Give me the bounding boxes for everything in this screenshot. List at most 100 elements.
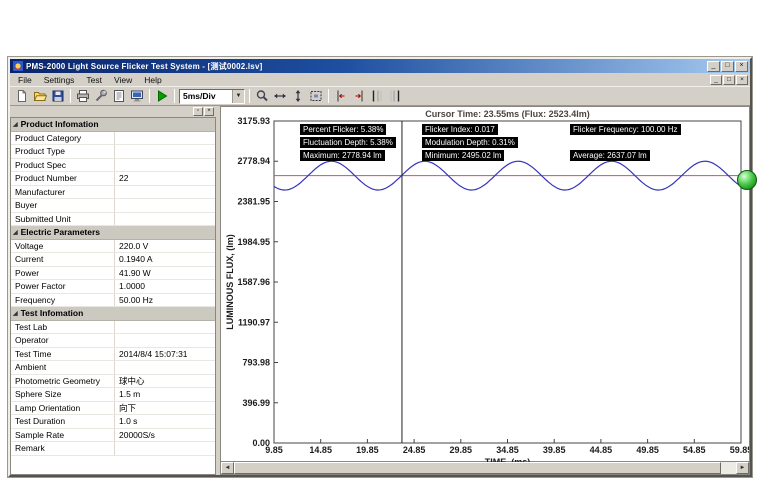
svg-text:1587.96: 1587.96 bbox=[237, 277, 270, 287]
section-header[interactable]: ◢Product Infomation bbox=[11, 118, 215, 132]
svg-text:3175.93: 3175.93 bbox=[237, 116, 270, 126]
close-button[interactable]: × bbox=[735, 61, 748, 72]
property-value[interactable]: 向下 bbox=[115, 402, 215, 415]
table-row: Test Time2014/8/4 15:07:31 bbox=[11, 348, 215, 362]
cursor-right-button[interactable] bbox=[350, 88, 368, 105]
section-marker-icon: ◢ bbox=[13, 229, 18, 236]
property-value[interactable] bbox=[115, 145, 215, 158]
app-icon bbox=[13, 61, 23, 71]
scroll-track[interactable] bbox=[234, 462, 736, 474]
property-label: Power bbox=[11, 267, 115, 280]
menu-items: FileSettingsTestViewHelp bbox=[12, 74, 710, 86]
menu-item-view[interactable]: View bbox=[108, 74, 138, 86]
property-value[interactable] bbox=[115, 442, 215, 455]
flux-chart[interactable]: 9.8514.8519.8524.8529.8534.8539.8544.854… bbox=[221, 107, 750, 463]
auto-scale-button[interactable] bbox=[253, 88, 271, 105]
zoom-horizontal-button[interactable] bbox=[271, 88, 289, 105]
svg-text:44.85: 44.85 bbox=[590, 445, 613, 455]
property-value[interactable]: 1.0 s bbox=[115, 415, 215, 428]
menu-item-test[interactable]: Test bbox=[80, 74, 108, 86]
property-value[interactable] bbox=[115, 186, 215, 199]
chart-scrollbar[interactable]: ◄ ► bbox=[221, 461, 749, 474]
property-value[interactable] bbox=[115, 213, 215, 226]
property-value[interactable]: 220.0 V bbox=[115, 240, 215, 253]
svg-text:29.85: 29.85 bbox=[450, 445, 473, 455]
panel-pin-button[interactable]: ▫ bbox=[193, 107, 203, 116]
marker-first-button[interactable] bbox=[368, 88, 386, 105]
mdi-restore-button[interactable]: □ bbox=[723, 75, 735, 85]
property-value[interactable] bbox=[115, 361, 215, 374]
mdi-close-button[interactable]: × bbox=[736, 75, 748, 85]
table-row: Power41.90 W bbox=[11, 267, 215, 281]
svg-text:59.85: 59.85 bbox=[730, 445, 750, 455]
svg-text:19.85: 19.85 bbox=[356, 445, 379, 455]
property-value[interactable] bbox=[115, 159, 215, 172]
maximize-button[interactable]: □ bbox=[721, 61, 734, 72]
table-row: Product Spec bbox=[11, 159, 215, 173]
mdi-minimize-button[interactable]: _ bbox=[710, 75, 722, 85]
report-button[interactable] bbox=[110, 88, 128, 105]
app-window: PMS-2000 Light Source Flicker Test Syste… bbox=[8, 57, 752, 477]
timebase-select[interactable]: 5ms/Div ▼ bbox=[179, 89, 245, 104]
new-file-icon bbox=[15, 89, 29, 103]
zoom-vertical-icon bbox=[291, 89, 305, 103]
marker-first-icon bbox=[370, 89, 384, 103]
scroll-right-button[interactable]: ► bbox=[736, 462, 749, 474]
property-value[interactable]: 球中心 bbox=[115, 375, 215, 388]
zoom-fit-button[interactable] bbox=[307, 88, 325, 105]
start-test-icon bbox=[155, 89, 169, 103]
property-value[interactable]: 50.00 Hz bbox=[115, 294, 215, 307]
property-table: ◢Product InfomationProduct CategoryProdu… bbox=[10, 117, 216, 475]
property-value[interactable]: 2014/8/4 15:07:31 bbox=[115, 348, 215, 361]
left-panel-header: ▫ × bbox=[10, 106, 216, 117]
monitor-button[interactable] bbox=[128, 88, 146, 105]
property-label: Voltage bbox=[11, 240, 115, 253]
svg-text:2778.94: 2778.94 bbox=[237, 156, 270, 166]
section-header[interactable]: ◢Electric Parameters bbox=[11, 226, 215, 240]
property-value[interactable]: 41.90 W bbox=[115, 267, 215, 280]
scroll-left-button[interactable]: ◄ bbox=[221, 462, 234, 474]
menu-item-file[interactable]: File bbox=[12, 74, 38, 86]
open-folder-button[interactable] bbox=[31, 88, 49, 105]
section-header[interactable]: ◢Test Infomation bbox=[11, 307, 215, 321]
property-value[interactable]: 1.0000 bbox=[115, 280, 215, 293]
property-value[interactable] bbox=[115, 321, 215, 334]
window-title: PMS-2000 Light Source Flicker Test Syste… bbox=[26, 61, 707, 72]
table-row: Ambient bbox=[11, 361, 215, 375]
table-row: Test Lab bbox=[11, 321, 215, 335]
menu-item-help[interactable]: Help bbox=[138, 74, 167, 86]
table-row: Manufacturer bbox=[11, 186, 215, 200]
property-label: Product Spec bbox=[11, 159, 115, 172]
menu-item-settings[interactable]: Settings bbox=[38, 74, 81, 86]
property-label: Operator bbox=[11, 334, 115, 347]
property-value[interactable] bbox=[115, 334, 215, 347]
toolbar-separator bbox=[328, 89, 329, 103]
print-button[interactable] bbox=[74, 88, 92, 105]
property-value[interactable]: 0.1940 A bbox=[115, 253, 215, 266]
zoom-vertical-button[interactable] bbox=[289, 88, 307, 105]
property-value[interactable] bbox=[115, 132, 215, 145]
table-row: Remark bbox=[11, 442, 215, 456]
timebase-value: 5ms/Div bbox=[180, 90, 232, 103]
svg-text:54.85: 54.85 bbox=[683, 445, 706, 455]
table-row: Photometric Geometry球中心 bbox=[11, 375, 215, 389]
minimize-button[interactable]: _ bbox=[707, 61, 720, 72]
tools-button[interactable] bbox=[92, 88, 110, 105]
property-value[interactable]: 20000S/s bbox=[115, 429, 215, 442]
dropdown-arrow-icon[interactable]: ▼ bbox=[232, 90, 244, 103]
cursor-left-button[interactable] bbox=[332, 88, 350, 105]
mdi-window-controls: _ □ × bbox=[710, 75, 748, 85]
title-bar[interactable]: PMS-2000 Light Source Flicker Test Syste… bbox=[10, 59, 750, 73]
marker-last-button[interactable] bbox=[386, 88, 404, 105]
panel-close-button[interactable]: × bbox=[204, 107, 214, 116]
open-folder-icon bbox=[33, 89, 47, 103]
property-value[interactable] bbox=[115, 199, 215, 212]
svg-text:LUMINOUS FLUX, (lm): LUMINOUS FLUX, (lm) bbox=[225, 234, 235, 330]
property-value[interactable]: 1.5 m bbox=[115, 388, 215, 401]
scroll-thumb[interactable] bbox=[234, 462, 721, 474]
save-button[interactable] bbox=[49, 88, 67, 105]
floating-ball-button[interactable] bbox=[737, 170, 757, 190]
property-value[interactable]: 22 bbox=[115, 172, 215, 185]
new-file-button[interactable] bbox=[13, 88, 31, 105]
start-test-button[interactable] bbox=[153, 88, 171, 105]
